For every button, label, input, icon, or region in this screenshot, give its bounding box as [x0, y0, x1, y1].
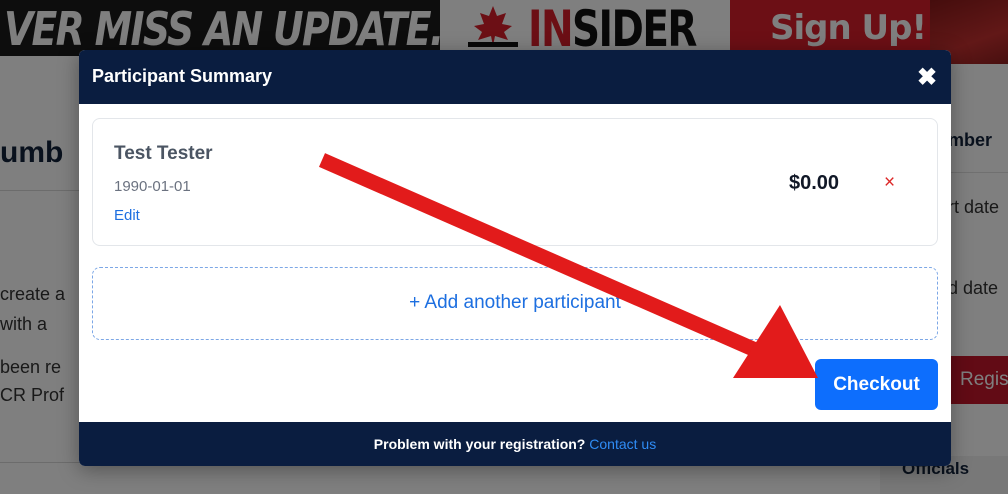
- modal-title: Participant Summary: [92, 66, 273, 86]
- participant-card: Test Tester 1990-01-01 Edit $0.00 ×: [92, 118, 938, 246]
- close-icon[interactable]: ✖: [915, 66, 939, 90]
- participant-dob: 1990-01-01: [114, 178, 191, 195]
- add-participant-button[interactable]: + Add another participant: [92, 267, 938, 340]
- modal-header: Participant Summary ✖: [79, 50, 951, 104]
- contact-us-link[interactable]: Contact us: [589, 436, 656, 452]
- participant-summary-modal: Participant Summary ✖ Test Tester 1990-0…: [79, 50, 951, 466]
- participant-name: Test Tester: [114, 143, 213, 164]
- edit-participant-link[interactable]: Edit: [114, 207, 140, 224]
- participant-price: $0.00: [789, 172, 840, 194]
- modal-footer: Problem with your registration? Contact …: [79, 422, 951, 466]
- remove-participant-icon[interactable]: ×: [884, 173, 895, 193]
- footer-help-text: Problem with your registration?: [373, 436, 586, 452]
- checkout-button[interactable]: Checkout: [815, 359, 938, 410]
